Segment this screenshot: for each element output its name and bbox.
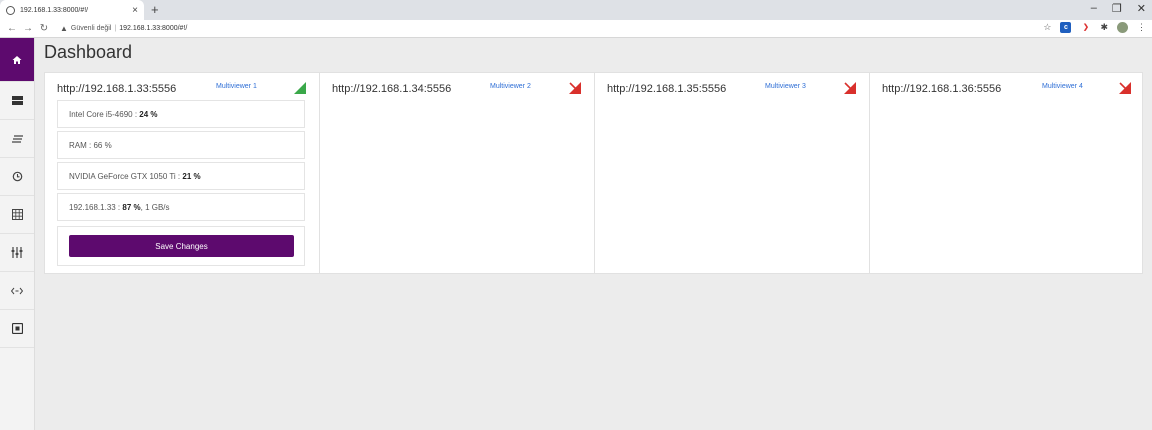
sidebar-item-mixer[interactable] [0,234,34,272]
url-text[interactable]: 192.168.1.33:8000/#!/ [119,25,187,32]
gpu-label: NVIDIA GeForce GTX 1050 Ti : [69,171,181,181]
server-host: http://192.168.1.34:5556 [332,83,452,95]
sidebar-item-list[interactable] [0,120,34,158]
cpu-metric: Intel Core i5-4690 : 24 % [57,100,305,128]
save-changes-button[interactable]: Save Changes [69,235,294,257]
device-icon [11,323,23,334]
omnibox[interactable]: ▲ Güvenli değil | 192.168.1.33:8000/#!/ [60,24,187,33]
url-separator: | [114,25,117,32]
network-metric: 192.168.1.33 : 87 % , 1 GB/s [57,193,305,221]
tab-close-icon[interactable]: × [132,5,138,16]
forward-icon[interactable]: → [20,23,36,34]
history-icon [12,171,22,182]
code-arrows-icon [11,287,23,294]
close-window-icon[interactable]: ✕ [1137,2,1146,15]
network-rate: , 1 GB/s [140,202,170,212]
new-tab-icon[interactable]: + [151,2,159,17]
network-label: 192.168.1.33 : [69,202,121,212]
signal-connected-icon [294,82,306,94]
page-title: Dashboard [44,42,133,62]
browser-toolbar-icons: ☆ c ❯ ✱ ⋮ [1043,22,1146,33]
server-host: http://192.168.1.35:5556 [607,83,727,95]
sidebar-item-device[interactable] [0,310,34,348]
browser-tab[interactable]: 192.168.1.33:8000/#!/ × [0,0,144,20]
extension-blue-icon[interactable]: c [1060,22,1072,33]
sidebar-item-code[interactable] [0,272,34,310]
server-card-4: http://192.168.1.36:5556 Multiviewer 4 [870,73,1143,273]
sidebar [0,38,35,430]
security-label: Güvenli değil [70,25,112,32]
extension-red-icon[interactable]: ❯ [1080,22,1092,33]
multiviewer-link[interactable]: Multiviewer 2 [490,83,531,90]
cpu-value: 24 % [139,109,158,119]
multiviewer-link[interactable]: Multiviewer 1 [216,83,257,90]
multiviewer-link[interactable]: Multiviewer 4 [1042,83,1083,90]
dashboard-panel: http://192.168.1.33:5556 Multiviewer 1 I… [44,72,1143,274]
list-icon [11,134,23,143]
grid-icon [11,209,23,220]
signal-disconnected-icon [569,82,581,94]
menu-icon[interactable]: ⋮ [1137,22,1146,33]
network-value: 87 % [122,202,141,212]
server-card-2: http://192.168.1.34:5556 Multiviewer 2 [320,73,595,273]
sidebar-item-home[interactable] [0,38,34,82]
globe-icon [6,5,15,15]
multiviewer-link[interactable]: Multiviewer 3 [765,83,806,90]
minimize-icon[interactable]: – [1091,2,1097,15]
ram-text: RAM : 66 % [69,140,112,150]
gpu-value: 21 % [182,171,201,181]
reload-icon[interactable]: ↻ [36,23,52,34]
server-card-3: http://192.168.1.35:5556 Multiviewer 3 [595,73,870,273]
server-host: http://192.168.1.33:5556 [57,83,177,95]
server-card-1: http://192.168.1.33:5556 Multiviewer 1 I… [45,73,320,273]
back-icon[interactable]: ← [4,23,20,34]
puzzle-icon[interactable]: ✱ [1100,22,1108,33]
address-bar: ← → ↻ ▲ Güvenli değil | 192.168.1.33:800… [0,20,1152,38]
tab-title: 192.168.1.33:8000/#!/ [20,6,89,14]
sidebar-item-history[interactable] [0,158,34,196]
ram-metric: RAM : 66 % [57,131,305,159]
home-icon [12,55,22,64]
warning-icon: ▲ [60,24,68,33]
browser-tabstrip: 192.168.1.33:8000/#!/ × + – ❐ ✕ [0,0,1152,20]
sidebar-item-servers[interactable] [0,82,34,120]
gpu-metric: NVIDIA GeForce GTX 1050 Ti : 21 % [57,162,305,190]
star-icon[interactable]: ☆ [1043,22,1051,33]
window-controls: – ❐ ✕ [1091,2,1146,15]
cpu-label: Intel Core i5-4690 : [69,109,138,119]
sliders-icon [11,247,23,258]
signal-disconnected-icon [1119,82,1131,94]
maximize-icon[interactable]: ❐ [1112,2,1122,15]
sidebar-item-grid[interactable] [0,196,34,234]
server-icon [11,96,23,105]
server-host: http://192.168.1.36:5556 [882,83,1002,95]
avatar[interactable] [1117,22,1128,33]
signal-disconnected-icon [844,82,856,94]
